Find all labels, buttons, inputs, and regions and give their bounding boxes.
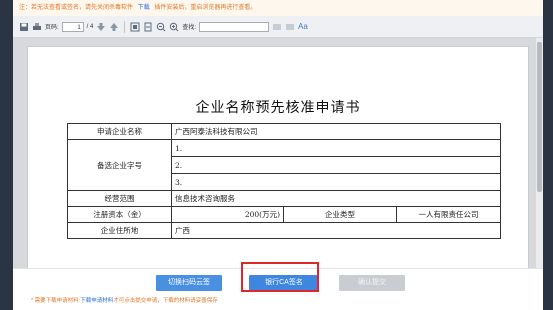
viewer-scrollbar[interactable]	[536, 38, 543, 268]
zoom-in-icon[interactable]	[169, 22, 179, 32]
plugin-notice: 注：若无法查看或签名，请先关闭杀毒软件 下载 插件安装后，重启浏览器再进行查看。	[13, 0, 543, 16]
address-label: 企业住所地	[67, 222, 172, 239]
business-scope-label: 经营范围	[67, 190, 172, 207]
find-previous-icon[interactable]	[272, 22, 282, 32]
fit-width-icon[interactable]	[143, 22, 153, 32]
page-number-input[interactable]: 1	[61, 21, 84, 32]
notice-text-after: 插件安装后，重启浏览器再进行查看。	[154, 5, 257, 11]
business-scope-value: 信息技术咨询服务	[171, 190, 501, 207]
find-input[interactable]	[199, 21, 270, 32]
pdf-viewer[interactable]: 企业名称预先核准申请书 申请企业名称 广西阿泰法科技有限公司 备选企业字号 1.…	[13, 38, 543, 268]
table-row: 经营范围 信息技术咨询服务	[67, 190, 501, 207]
table-row: 备选企业字号 1.	[67, 139, 501, 191]
alternate-name-1: 1.	[171, 139, 501, 157]
notice-text: 注：若无法查看或签名，请先关闭杀毒软件	[19, 5, 134, 11]
find-label: 查找:	[182, 25, 197, 31]
arrow-up-icon[interactable]	[109, 22, 119, 32]
company-type-label: 企业类型	[283, 206, 397, 223]
background-left	[0, 0, 13, 310]
pdf-toolbar: 页码: 1 / 4 查找: Aa	[13, 16, 543, 38]
plugin-download-link[interactable]: 下载	[138, 5, 150, 11]
registered-capital-label: 注册资本（金）	[67, 206, 172, 223]
download-materials-link[interactable]: 下载申请材料	[80, 298, 113, 304]
find-next-icon[interactable]	[285, 22, 295, 32]
applicant-name-label: 申请企业名称	[67, 123, 172, 140]
zoom-out-icon[interactable]	[156, 22, 166, 32]
address-value: 广西	[171, 222, 501, 239]
switch-scan-sign-button[interactable]: 切换扫码云签	[156, 275, 222, 291]
download-note: * 需要下载申请材料:下载申请材料才可点击提交申请，下载的材料请妥善保存	[31, 296, 218, 304]
arrow-down-icon[interactable]	[96, 22, 106, 32]
table-row: 企业住所地 广西	[67, 222, 501, 239]
applicant-name-value: 广西阿泰法科技有限公司	[171, 123, 501, 140]
background-right	[543, 0, 553, 310]
alternate-name-2: 2.	[171, 156, 501, 174]
application-form-table: 申请企业名称 广西阿泰法科技有限公司 备选企业字号 1. 2. 3. 经营范围 …	[67, 123, 501, 239]
confirm-submit-button[interactable]: 确认提交	[339, 275, 405, 291]
highlight-box	[241, 262, 319, 292]
registered-capital-value: 200(万元)	[171, 206, 284, 223]
save-icon[interactable]	[19, 22, 29, 32]
scrollbar-thumb[interactable]	[537, 42, 542, 192]
alternate-name-label: 备选企业字号	[67, 139, 172, 191]
note-prefix: * 需要下载申请材料:	[31, 298, 81, 304]
action-bar: 切换扫码云签 银行CA签名 确认提交 * 需要下载申请材料:下载申请材料才可点击…	[13, 262, 543, 310]
sign-dialog: 注：若无法查看或签名，请先关闭杀毒软件 下载 插件安装后，重启浏览器再进行查看。…	[13, 0, 543, 310]
font-size-button[interactable]: Aa	[298, 22, 308, 31]
table-row: 注册资本（金） 200(万元) 企业类型 一人有限责任公司	[67, 206, 501, 223]
print-icon[interactable]	[32, 22, 42, 32]
table-row: 申请企业名称 广西阿泰法科技有限公司	[67, 123, 501, 140]
toolbar-divider	[124, 20, 126, 33]
document-page: 企业名称预先核准申请书 申请企业名称 广西阿泰法科技有限公司 备选企业字号 1.…	[27, 46, 529, 268]
page-total: / 4	[86, 23, 94, 30]
note-text: 才可点击提交申请，下载的材料请妥善保存	[113, 298, 218, 304]
alternate-name-3: 3.	[171, 173, 501, 191]
company-type-value: 一人有限责任公司	[396, 206, 501, 223]
document-title: 企业名称预先核准申请书	[195, 100, 361, 116]
fit-page-icon[interactable]	[130, 22, 140, 32]
page-label: 页码:	[45, 25, 59, 31]
